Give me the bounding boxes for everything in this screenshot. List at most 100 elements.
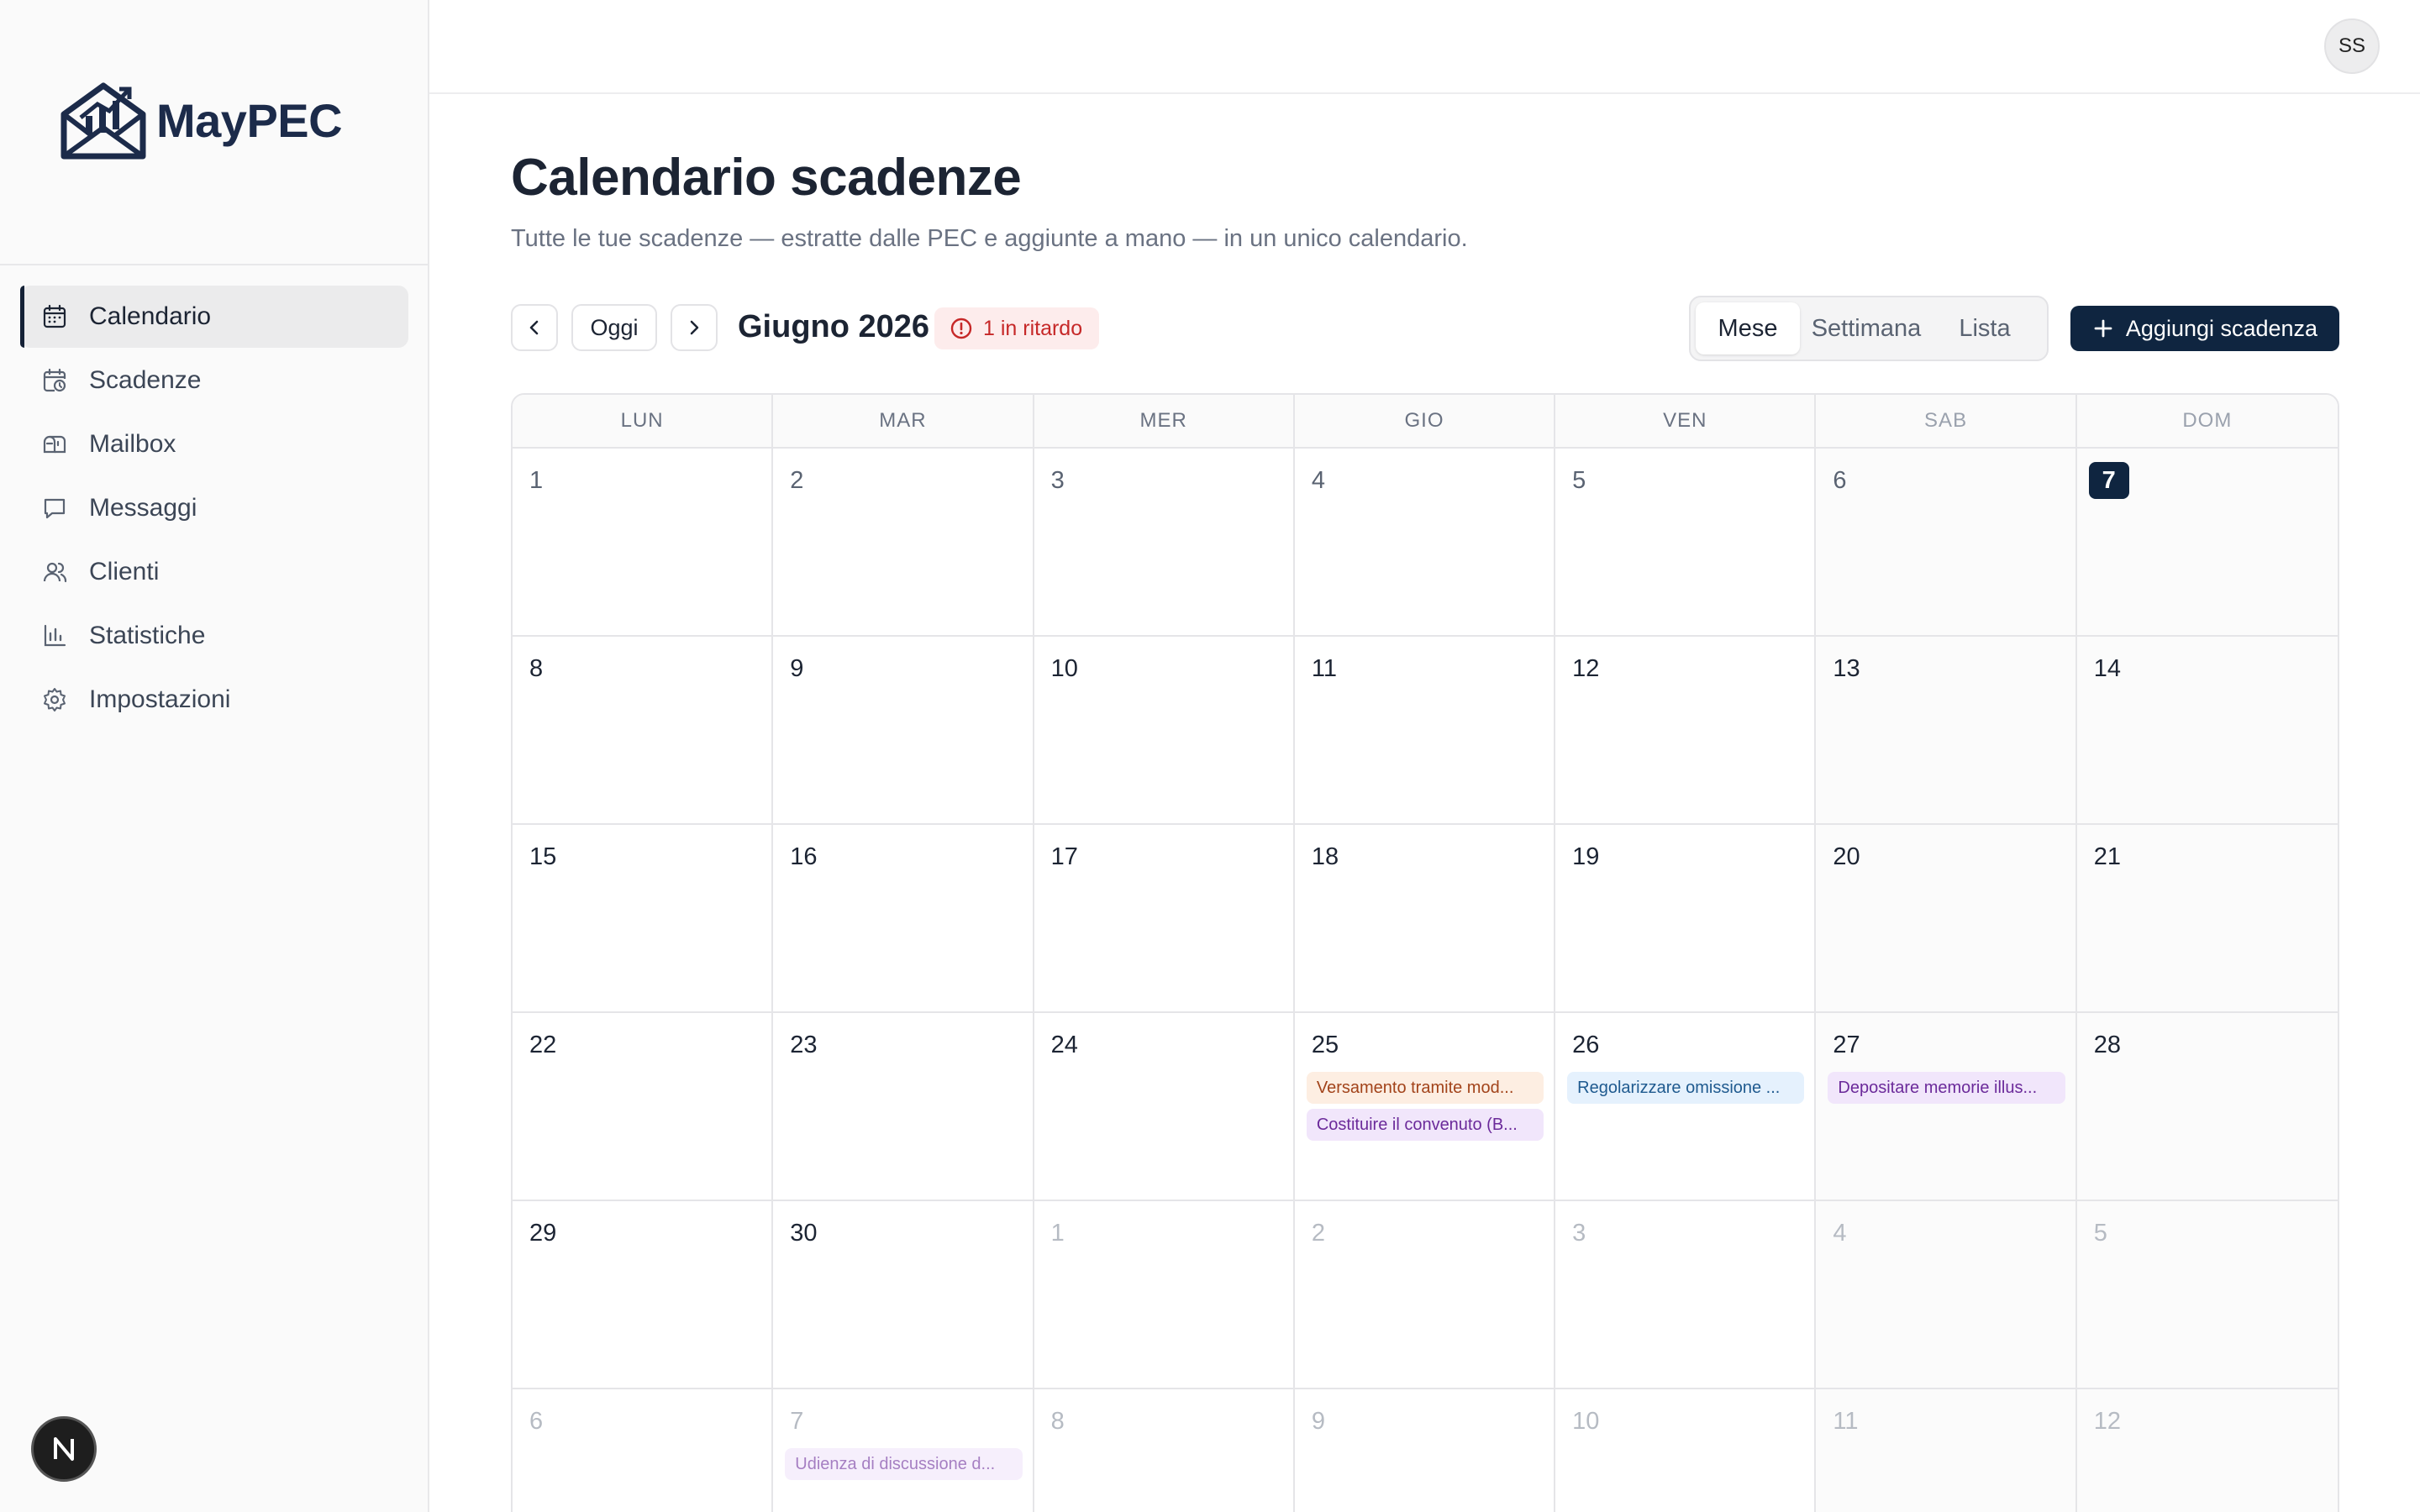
calendar-day-cell[interactable]: 10 — [1555, 1389, 1817, 1512]
sidebar-item-label: Calendario — [89, 302, 212, 330]
calendar-day-cell[interactable]: 1 — [513, 449, 774, 637]
calendar-day-cell[interactable]: 29 — [513, 1201, 774, 1389]
calendar-day-cell[interactable]: 3 — [1555, 1201, 1817, 1389]
day-number: 26 — [1572, 1031, 1600, 1058]
sidebar-item-label: Mailbox — [89, 430, 176, 458]
day-number: 28 — [2093, 1031, 2121, 1058]
calendar-day-cell[interactable]: 11 — [1294, 637, 1556, 825]
view-tab-settimana[interactable]: Settimana — [1800, 302, 1933, 354]
next-logo-icon[interactable] — [31, 1416, 97, 1482]
sidebar-item-statistiche[interactable]: Statistiche — [20, 605, 408, 667]
calendar-day-cell[interactable]: 19 — [1555, 825, 1817, 1013]
calendar-day-cell[interactable]: 3 — [1034, 449, 1295, 637]
deadline-event[interactable]: Versamento tramite mod... — [1306, 1072, 1544, 1104]
calendar-day-cell[interactable]: 20 — [1816, 825, 2077, 1013]
brand-logo[interactable]: MayPEC — [60, 81, 343, 160]
deadline-event[interactable]: Udienza di discussione d... — [785, 1448, 1023, 1480]
calendar-day-cell[interactable]: 10 — [1034, 637, 1295, 825]
sidebar-item-scadenze[interactable]: Scadenze — [20, 349, 408, 412]
view-tab-lista[interactable]: Lista — [1933, 302, 2037, 354]
calendar-day-cell[interactable]: 16 — [773, 825, 1034, 1013]
calendar-day-cell[interactable]: 6 — [513, 1389, 774, 1512]
calendar-day-cell[interactable]: 13 — [1816, 637, 2077, 825]
day-number: 17 — [1050, 843, 1078, 870]
calendar-day-cell[interactable]: 26 Regolarizzare omissione ... — [1555, 1013, 1817, 1201]
day-number: 25 — [1311, 1031, 1339, 1058]
calendar-day-cell[interactable]: 17 — [1034, 825, 1295, 1013]
calendar-day-cell[interactable]: 18 — [1294, 825, 1556, 1013]
day-number: 8 — [529, 654, 544, 682]
late-badge[interactable]: 1 in ritardo — [934, 307, 1100, 349]
weekday-label: MER — [1034, 395, 1295, 447]
calendar-day-cell[interactable]: 21 — [2076, 825, 2338, 1013]
prev-month-button[interactable] — [511, 304, 558, 351]
envelope-logo-icon — [60, 82, 146, 160]
deadline-event[interactable]: Regolarizzare omissione ... — [1567, 1072, 1805, 1104]
day-number: 11 — [1833, 1407, 1859, 1435]
calendar-icon — [42, 304, 67, 329]
sidebar-item-label: Impostazioni — [89, 685, 231, 713]
day-number: 11 — [1311, 654, 1337, 682]
calendar-day-cell[interactable]: 23 — [773, 1013, 1034, 1201]
sidebar-item-clienti[interactable]: Clienti — [20, 541, 408, 603]
today-button[interactable]: Oggi — [571, 304, 657, 351]
calendar-day-cell[interactable]: 4 — [1816, 1201, 2077, 1389]
day-number: 24 — [1050, 1031, 1078, 1058]
add-deadline-button[interactable]: Aggiungi scadenza — [2070, 306, 2339, 351]
sidebar-item-label: Scadenze — [89, 366, 202, 394]
day-events: Depositare memorie illus... — [1828, 1072, 2065, 1104]
calendar-day-cell[interactable]: 7 Udienza di discussione d... — [773, 1389, 1034, 1512]
sidebar-item-messaggi[interactable]: Messaggi — [20, 477, 408, 539]
day-number: 4 — [1311, 466, 1325, 494]
calendar-day-cell[interactable]: 8 — [513, 637, 774, 825]
next-month-button[interactable] — [671, 304, 718, 351]
calendar-day-cell[interactable]: 6 — [1816, 449, 2077, 637]
sidebar-item-label: Clienti — [89, 558, 160, 585]
sidebar-item-mailbox[interactable]: Mailbox — [20, 413, 408, 475]
weekday-label: LUN — [513, 395, 774, 447]
view-tab-mese[interactable]: Mese — [1696, 302, 1800, 354]
month-calendar: LUN MAR MER GIO VEN SAB DOM 1 2 3 4 5 6 7 8 9 10 11 12 13 1… — [511, 393, 2339, 1512]
deadline-event[interactable]: Depositare memorie illus... — [1828, 1072, 2065, 1104]
calendar-day-cell[interactable]: 22 — [513, 1013, 774, 1201]
calendar-day-cell[interactable]: 7 — [2076, 449, 2338, 637]
gear-icon — [42, 687, 67, 712]
deadline-event[interactable]: Costituire il convenuto (B... — [1306, 1109, 1544, 1141]
avatar[interactable]: SS — [2324, 18, 2380, 74]
calendar-day-cell[interactable]: 2 — [1294, 1201, 1556, 1389]
calendar-day-cell[interactable]: 5 — [1555, 449, 1817, 637]
calendar-day-cell[interactable]: 11 — [1816, 1389, 2077, 1512]
calendar-day-cell[interactable]: 12 — [1555, 637, 1817, 825]
weekday-header: LUN MAR MER GIO VEN SAB DOM — [513, 395, 2338, 449]
calendar-day-cell[interactable]: 30 — [773, 1201, 1034, 1389]
day-number: 18 — [1311, 843, 1339, 870]
calendar-day-cell[interactable]: 15 — [513, 825, 774, 1013]
calendar-day-cell[interactable]: 14 — [2076, 637, 2338, 825]
day-number: 15 — [529, 843, 557, 870]
sidebar-item-impostazioni[interactable]: Impostazioni — [20, 669, 408, 731]
current-month-label: Giugno 2026 — [738, 309, 930, 344]
calendar-day-cell[interactable]: 25 Versamento tramite mod... Costituire il… — [1294, 1013, 1556, 1201]
sidebar-item-calendario[interactable]: Calendario — [20, 286, 408, 348]
calendar-day-cell[interactable]: 27 Depositare memorie illus... — [1816, 1013, 2077, 1201]
day-number: 21 — [2093, 843, 2121, 870]
day-number: 14 — [2093, 654, 2121, 682]
calendar-day-cell[interactable]: 9 — [773, 637, 1034, 825]
day-events: Udienza di discussione d... — [785, 1448, 1023, 1480]
calendar-day-cell[interactable]: 28 — [2076, 1013, 2338, 1201]
chevron-left-icon — [529, 320, 539, 335]
calendar-day-cell[interactable]: 4 — [1294, 449, 1556, 637]
calendar-day-cell[interactable]: 12 — [2076, 1389, 2338, 1512]
calendar-day-cell[interactable]: 5 — [2076, 1201, 2338, 1389]
top-bar: SS — [429, 0, 2420, 94]
calendar-day-cell[interactable]: 1 — [1034, 1201, 1295, 1389]
bar-chart-icon — [42, 623, 67, 648]
calendar-day-cell[interactable]: 8 — [1034, 1389, 1295, 1512]
view-switcher: Mese Settimana Lista — [1689, 296, 2049, 361]
day-events: Versamento tramite mod... Costituire il c… — [1306, 1072, 1544, 1141]
calendar-clock-icon — [42, 368, 67, 393]
calendar-day-cell[interactable]: 2 — [773, 449, 1034, 637]
calendar-day-cell[interactable]: 9 — [1295, 1389, 1556, 1512]
day-number: 10 — [1572, 1407, 1600, 1435]
calendar-day-cell[interactable]: 24 — [1034, 1013, 1295, 1201]
